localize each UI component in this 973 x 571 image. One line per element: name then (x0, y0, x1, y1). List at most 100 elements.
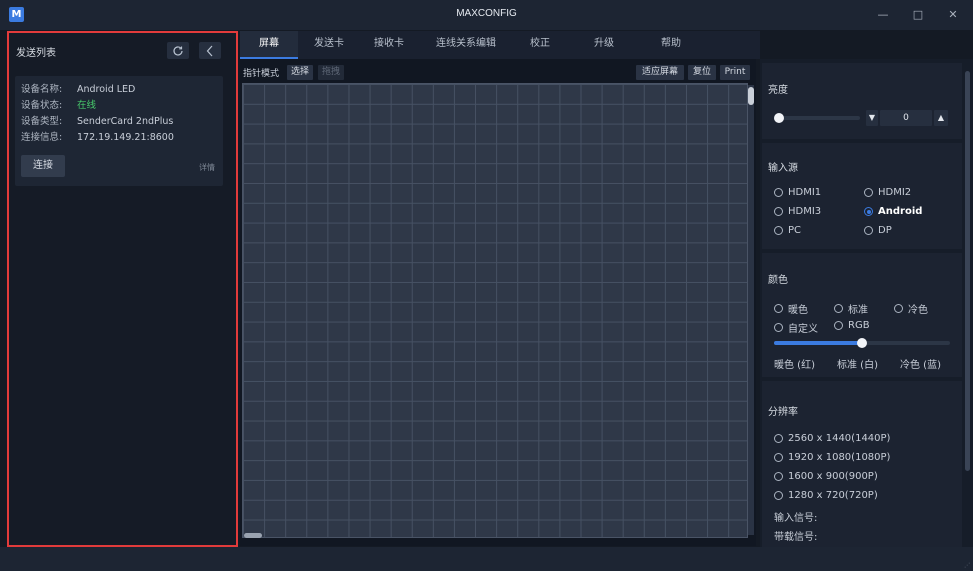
tab-receiver-card[interactable]: 接收卡 (360, 31, 418, 59)
resize-grip-icon[interactable]: ⋰ (964, 562, 970, 569)
main-tabs: 屏幕 发送卡 接收卡 连线关系编辑 校正 升级 帮助 (240, 31, 760, 59)
refresh-button[interactable] (167, 42, 189, 59)
input-hdmi1-radio[interactable]: HDMI1 (774, 187, 821, 198)
maximize-button[interactable]: □ (905, 6, 931, 24)
print-button[interactable]: Print (720, 65, 750, 80)
radio-dot-icon (774, 226, 783, 235)
color-temperature-knob[interactable] (857, 338, 867, 348)
color-custom-label: 自定义 (788, 324, 818, 335)
tab-calibration[interactable]: 校正 (514, 31, 566, 59)
brightness-decrease-button[interactable]: ▼ (866, 110, 878, 126)
color-section: 颜色 暖色 标准 冷色 自定义 RGB 暖色 (红) 标准 (白) 冷色 (蓝) (762, 253, 962, 377)
resolution-1440p-radio[interactable]: 2560 x 1440(1440P) (774, 433, 890, 444)
radio-dot-icon (774, 491, 783, 500)
resolution-1080p-label: 1920 x 1080(1080P) (788, 452, 891, 463)
input-hdmi1-label: HDMI1 (788, 187, 822, 198)
tab-connection-edit[interactable]: 连线关系编辑 (418, 31, 514, 59)
bandwidth-signal-label: 带载信号: (774, 532, 818, 543)
input-hdmi3-label: HDMI3 (788, 206, 822, 217)
resolution-900p-label: 1600 x 900(900P) (788, 471, 878, 482)
input-dp-radio[interactable]: DP (864, 225, 892, 236)
device-type-label: 设备类型: (21, 116, 63, 127)
radio-dot-icon (774, 188, 783, 197)
radio-dot-icon (774, 453, 783, 462)
radio-dot-icon (774, 207, 783, 216)
collapse-panel-button[interactable] (199, 42, 221, 59)
send-list-panel: 发送列表 设备名称: Android LED 设备状态: 在线 设备类型: Se… (7, 31, 238, 547)
minimize-button[interactable]: — (870, 6, 896, 24)
radio-dot-icon (834, 321, 843, 330)
brightness-slider[interactable] (774, 116, 860, 120)
device-status-row: 设备状态: 在线 (21, 98, 217, 114)
input-pc-radio[interactable]: PC (774, 225, 801, 236)
refresh-icon (173, 45, 183, 56)
tab-upgrade[interactable]: 升级 (566, 31, 642, 59)
device-status-value: 在线 (77, 100, 97, 111)
settings-panel-scrollbar[interactable] (965, 71, 970, 471)
resolution-720p-radio[interactable]: 1280 x 720(720P) (774, 490, 878, 501)
connect-button[interactable]: 连接 (21, 155, 65, 177)
send-list-title: 发送列表 (16, 47, 56, 59)
device-name-label: 设备名称: (21, 84, 63, 95)
color-custom-radio[interactable]: 自定义 (774, 320, 818, 335)
radio-dot-icon (774, 323, 783, 332)
color-standard-radio[interactable]: 标准 (834, 301, 868, 316)
window-title: MAXCONFIG (456, 8, 517, 19)
radio-dot-icon (894, 304, 903, 313)
close-button[interactable]: ✕ (940, 6, 966, 24)
scale-warm-label: 暖色 (红) (774, 360, 815, 371)
status-bar: ⋰ (0, 547, 973, 571)
vertical-scroll-thumb[interactable] (748, 87, 754, 105)
brightness-slider-knob[interactable] (774, 113, 784, 123)
color-rgb-label: RGB (848, 320, 870, 331)
tab-sender-card[interactable]: 发送卡 (298, 31, 360, 59)
color-title: 颜色 (768, 275, 788, 286)
device-card[interactable]: 设备名称: Android LED 设备状态: 在线 设备类型: SenderC… (15, 76, 223, 186)
brightness-value-input[interactable]: 0 (880, 110, 932, 126)
input-signal-label: 输入信号: (774, 513, 818, 524)
resolution-title: 分辨率 (768, 407, 798, 418)
radio-dot-icon (774, 434, 783, 443)
resolution-1080p-radio[interactable]: 1920 x 1080(1080P) (774, 452, 890, 463)
horizontal-scroll-thumb[interactable] (244, 533, 262, 538)
resolution-1440p-label: 2560 x 1440(1440P) (788, 433, 891, 444)
select-mode-button[interactable]: 选择 (287, 65, 313, 80)
color-cool-radio[interactable]: 冷色 (894, 301, 928, 316)
input-hdmi3-radio[interactable]: HDMI3 (774, 206, 821, 217)
screen-grid-canvas[interactable] (242, 83, 748, 538)
canvas-horizontal-scrollbar[interactable] (242, 533, 748, 539)
settings-panel: 亮度 ▼ 0 ▲ 输入源 HDMI1 HDMI2 HDMI3 Android P… (760, 59, 973, 547)
input-android-label: Android (878, 206, 923, 217)
radio-dot-icon (864, 188, 873, 197)
details-link[interactable]: 详情 (199, 162, 215, 173)
radio-dot-icon (774, 304, 783, 313)
resolution-900p-radio[interactable]: 1600 x 900(900P) (774, 471, 878, 482)
input-source-title: 输入源 (768, 163, 798, 174)
radio-dot-icon (864, 226, 873, 235)
device-status-label: 设备状态: (21, 100, 63, 111)
reset-button[interactable]: 复位 (688, 65, 716, 80)
input-android-radio[interactable]: Android (864, 206, 922, 217)
color-warm-radio[interactable]: 暖色 (774, 301, 808, 316)
radio-dot-icon (774, 472, 783, 481)
pointer-mode-label: 指针模式 (243, 69, 280, 79)
device-name-row: 设备名称: Android LED (21, 82, 217, 98)
chevron-left-icon (206, 45, 213, 56)
radio-checked-icon (864, 207, 873, 216)
brightness-section: 亮度 ▼ 0 ▲ (762, 63, 962, 139)
color-standard-label: 标准 (848, 305, 868, 316)
resolution-section: 分辨率 2560 x 1440(1440P) 1920 x 1080(1080P… (762, 381, 962, 547)
resolution-720p-label: 1280 x 720(720P) (788, 490, 878, 501)
tab-help[interactable]: 帮助 (642, 31, 700, 59)
brightness-increase-button[interactable]: ▲ (934, 110, 948, 126)
color-rgb-radio[interactable]: RGB (834, 320, 870, 331)
drag-mode-button[interactable]: 拖拽 (318, 65, 344, 80)
device-type-row: 设备类型: SenderCard 2ndPlus (21, 114, 217, 130)
color-warm-label: 暖色 (788, 305, 808, 316)
input-hdmi2-radio[interactable]: HDMI2 (864, 187, 911, 198)
canvas-vertical-scrollbar[interactable] (748, 85, 754, 535)
app-logo-icon: M (9, 7, 24, 22)
color-cool-label: 冷色 (908, 305, 928, 316)
fit-screen-button[interactable]: 适应屏幕 (636, 65, 684, 80)
tab-screen[interactable]: 屏幕 (240, 31, 298, 59)
